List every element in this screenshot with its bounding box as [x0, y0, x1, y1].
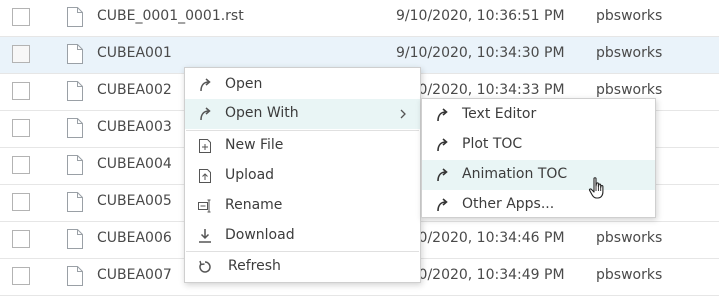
menu-item-label: Open [225, 76, 263, 92]
menu-item-text-editor[interactable]: Text Editor [422, 100, 655, 130]
file-owner: pbsworks [596, 45, 663, 61]
open-arrow-icon [200, 78, 211, 92]
menu-item-refresh[interactable]: Refresh [185, 252, 420, 282]
file-modified-date: 9/10/2020, 10:36:51 PM [396, 8, 565, 24]
menu-item-label: Refresh [228, 258, 281, 274]
row-checkbox[interactable] [12, 156, 30, 174]
menu-item-animation-toc[interactable]: Animation TOC [422, 160, 655, 190]
file-icon [67, 192, 83, 212]
menu-item-label: Text Editor [462, 106, 537, 122]
row-checkbox[interactable] [12, 45, 30, 63]
menu-item-label: Animation TOC [462, 166, 568, 182]
file-icon [67, 118, 83, 138]
file-modified-date: 9/10/2020, 10:34:49 PM [396, 267, 565, 283]
file-name[interactable]: CUBE_0001_0001.rst [97, 8, 244, 24]
open-arrow-icon [437, 108, 448, 122]
open-arrow-icon [200, 107, 211, 121]
menu-item-new-file[interactable]: New File [185, 131, 420, 161]
context-menu: Open Open With New File Upload Rename Do… [184, 67, 421, 283]
menu-item-rename[interactable]: Rename [185, 191, 420, 221]
file-name[interactable]: CUBEA003 [97, 119, 172, 135]
menu-item-label: Download [225, 227, 295, 243]
file-icon [67, 266, 83, 286]
menu-item-open-with[interactable]: Open With [185, 99, 420, 129]
new-file-icon [199, 139, 211, 153]
menu-item-upload[interactable]: Upload [185, 161, 420, 191]
file-owner: pbsworks [596, 230, 663, 246]
upload-icon [199, 169, 211, 183]
file-owner: pbsworks [596, 82, 663, 98]
row-checkbox[interactable] [12, 119, 30, 137]
menu-item-plot-toc[interactable]: Plot TOC [422, 130, 655, 160]
file-owner: pbsworks [596, 8, 663, 24]
file-name[interactable]: CUBEA006 [97, 230, 172, 246]
file-name[interactable]: CUBEA005 [97, 193, 172, 209]
file-icon [67, 7, 83, 27]
menu-item-label: Plot TOC [462, 136, 523, 152]
menu-item-label: New File [225, 137, 284, 153]
file-icon [67, 81, 83, 101]
open-with-submenu: Text Editor Plot TOC Animation TOC Other… [421, 98, 656, 218]
file-name[interactable]: CUBEA002 [97, 82, 172, 98]
open-arrow-icon [437, 168, 448, 182]
file-icon [67, 155, 83, 175]
row-checkbox[interactable] [12, 82, 30, 100]
hand-pointer-icon [588, 177, 604, 199]
open-arrow-icon [437, 198, 448, 212]
menu-item-download[interactable]: Download [185, 221, 420, 251]
file-icon [67, 229, 83, 249]
file-name[interactable]: CUBEA004 [97, 156, 172, 172]
file-name[interactable]: CUBEA001 [97, 45, 172, 61]
menu-item-open[interactable]: Open [185, 70, 420, 100]
chevron-right-icon [400, 109, 406, 119]
refresh-icon [199, 260, 211, 273]
row-checkbox[interactable] [12, 8, 30, 26]
menu-item-label: Rename [225, 197, 283, 213]
file-modified-date: 9/10/2020, 10:34:30 PM [396, 45, 565, 61]
row-checkbox[interactable] [12, 230, 30, 248]
open-arrow-icon [437, 138, 448, 152]
file-modified-date: 9/10/2020, 10:34:46 PM [396, 230, 565, 246]
menu-item-label: Other Apps... [462, 196, 555, 212]
row-checkbox[interactable] [12, 193, 30, 211]
table-row[interactable]: CUBE_0001_0001.rst 9/10/2020, 10:36:51 P… [0, 0, 719, 37]
rename-icon [198, 199, 211, 213]
file-icon [67, 44, 83, 64]
file-modified-date: 9/10/2020, 10:34:33 PM [396, 82, 565, 98]
file-owner: pbsworks [596, 267, 663, 283]
menu-item-label: Upload [225, 167, 275, 183]
download-icon [199, 229, 211, 243]
file-name[interactable]: CUBEA007 [97, 267, 172, 283]
menu-item-other-apps[interactable]: Other Apps... [422, 190, 655, 220]
row-checkbox[interactable] [12, 267, 30, 285]
menu-item-label: Open With [225, 105, 299, 121]
